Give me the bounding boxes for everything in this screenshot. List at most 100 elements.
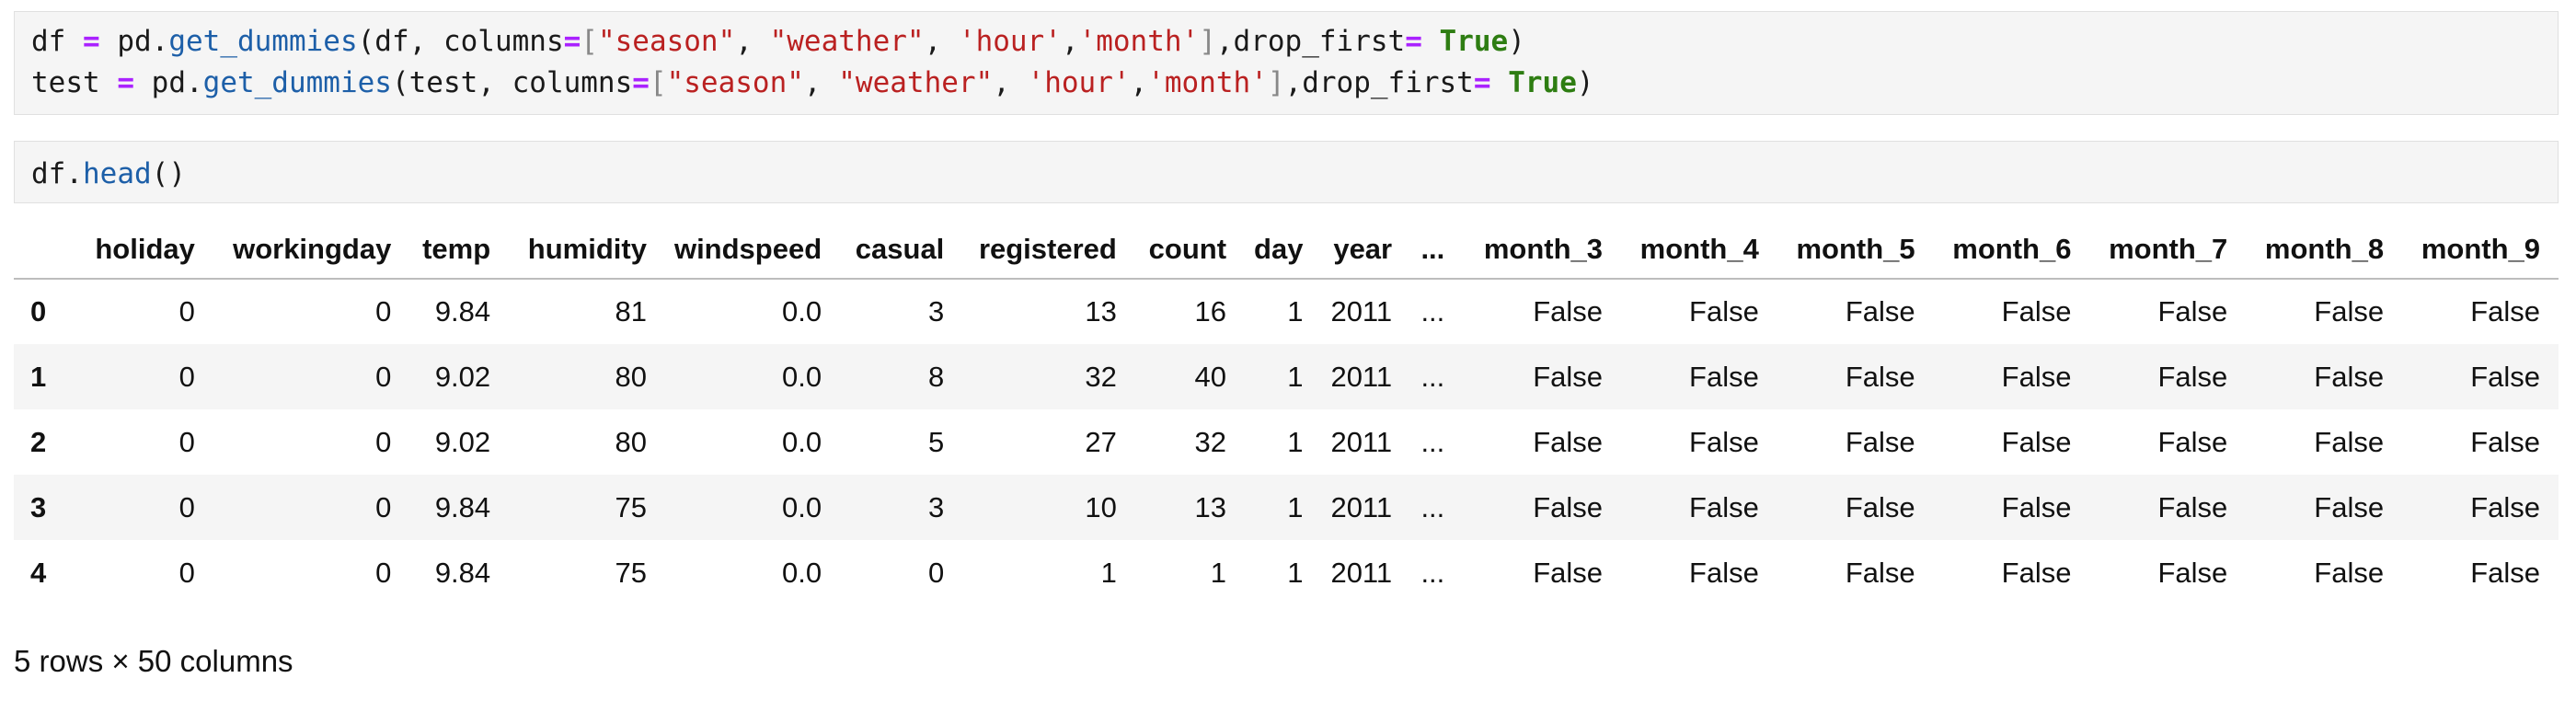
- table-cell: 40: [1194, 360, 1227, 393]
- table-cell: 3: [928, 490, 945, 523]
- table-cell: False: [2314, 425, 2385, 458]
- table-cell: False: [1689, 295, 1759, 328]
- table-row: 3 0 0 9.84 75 0.0 3 10 13 1 2011 ... Fal…: [14, 475, 2559, 540]
- code-token: ,: [1130, 66, 1148, 99]
- row-index: 2: [30, 425, 47, 458]
- table-cell: 2011: [1330, 425, 1393, 458]
- column-header: month_5: [1796, 233, 1915, 265]
- code-token: =: [83, 25, 100, 58]
- code-cell-get-dummies[interactable]: df = pd.get_dummies(df, columns=["season…: [14, 11, 2559, 115]
- row-index: 3: [30, 490, 47, 523]
- code-token: df.: [31, 157, 83, 190]
- column-header: casual: [855, 233, 945, 265]
- table-cell: 1: [1100, 556, 1117, 589]
- code-token: "weather": [838, 66, 994, 99]
- table-cell: 9.02: [434, 425, 491, 458]
- table-cell: 0: [178, 425, 195, 458]
- code-token: df: [31, 25, 83, 58]
- column-header: year: [1333, 233, 1393, 265]
- table-cell: 81: [615, 295, 647, 328]
- table-cell: False: [2157, 425, 2228, 458]
- column-header: month_8: [2264, 233, 2385, 265]
- column-header-index: [14, 221, 66, 279]
- column-header: windspeed: [673, 233, 822, 265]
- table-header-row: holiday workingday temp humidity windspe…: [14, 221, 2559, 279]
- table-cell: 0: [178, 490, 195, 523]
- code-token: [: [649, 66, 667, 99]
- code-token: 'hour': [958, 25, 1062, 58]
- table-cell: 0: [178, 556, 195, 589]
- table-cell: False: [2314, 490, 2385, 523]
- table-cell: 2011: [1330, 490, 1393, 523]
- code-token: ,: [924, 25, 959, 58]
- table-cell: 0: [178, 360, 195, 393]
- table-cell-ellipsis: ...: [1420, 295, 1445, 328]
- table-cell: 0.0: [782, 425, 822, 458]
- code-token: head: [83, 157, 152, 190]
- column-header-ellipsis: ...: [1420, 233, 1445, 265]
- table-cell: 0: [375, 295, 392, 328]
- table-cell: 80: [615, 425, 647, 458]
- table-cell: 8: [928, 360, 945, 393]
- table-cell: 27: [1085, 425, 1117, 458]
- table-cell: False: [1845, 295, 1915, 328]
- table-cell: 1: [1287, 295, 1304, 328]
- table-row: 1 0 0 9.02 80 0.0 8 32 40 1 2011 ... Fal…: [14, 344, 2559, 409]
- table-cell: 9.02: [434, 360, 491, 393]
- table-cell: False: [2001, 295, 2072, 328]
- column-header: holiday: [95, 233, 195, 265]
- table-cell: 1: [1287, 360, 1304, 393]
- table-cell: 32: [1085, 360, 1117, 393]
- table-cell: False: [1845, 425, 1915, 458]
- table-cell: False: [2470, 295, 2540, 328]
- code-cell-head[interactable]: df.head(): [14, 141, 2559, 203]
- table-row: 4 0 0 9.84 75 0.0 0 1 1 1 2011 ... False…: [14, 540, 2559, 605]
- table-row: 2 0 0 9.02 80 0.0 5 27 32 1 2011 ... Fal…: [14, 409, 2559, 475]
- table-cell: 13: [1085, 295, 1117, 328]
- dataframe-table: holiday workingday temp humidity windspe…: [14, 221, 2559, 605]
- column-header: registered: [978, 233, 1117, 265]
- table-cell: 0: [375, 425, 392, 458]
- code-token: (df, columns: [357, 25, 564, 58]
- table-cell: False: [1689, 556, 1759, 589]
- table-cell: False: [2157, 360, 2228, 393]
- column-header: month_3: [1483, 233, 1604, 265]
- table-cell: False: [2157, 295, 2228, 328]
- table-cell: 2011: [1330, 360, 1393, 393]
- code-token: True: [1439, 25, 1509, 58]
- code-token: =: [1473, 66, 1491, 99]
- table-cell: 75: [615, 556, 647, 589]
- table-cell: 1: [1210, 556, 1227, 589]
- table-cell: 2011: [1330, 295, 1393, 328]
- code-token: ,: [803, 66, 839, 99]
- dataframe-shape-summary: 5 rows × 50 columns: [14, 644, 293, 678]
- table-cell: False: [1533, 360, 1604, 393]
- table-cell: 10: [1085, 490, 1117, 523]
- table-cell: 80: [615, 360, 647, 393]
- table-cell-ellipsis: ...: [1420, 556, 1445, 589]
- code-token: "season": [597, 25, 736, 58]
- code-token: "season": [666, 66, 804, 99]
- table-cell: False: [2001, 425, 2072, 458]
- code-token: ): [1576, 66, 1594, 99]
- table-cell: 9.84: [434, 490, 491, 523]
- code-token: get_dummies: [202, 66, 392, 99]
- code-token: 'month': [1078, 25, 1200, 58]
- dataframe-output: holiday workingday temp humidity windspe…: [14, 221, 2559, 605]
- table-cell: 75: [615, 490, 647, 523]
- table-cell: False: [1533, 556, 1604, 589]
- table-cell: False: [1689, 490, 1759, 523]
- code-token: True: [1508, 66, 1577, 99]
- column-header: month_9: [2421, 233, 2540, 265]
- table-cell: 1: [1287, 556, 1304, 589]
- code-token: =: [117, 66, 134, 99]
- code-token: ): [1508, 25, 1525, 58]
- table-cell: False: [2157, 490, 2228, 523]
- table-cell: False: [2001, 556, 2072, 589]
- code-token: ]: [1199, 25, 1216, 58]
- table-cell: 9.84: [434, 556, 491, 589]
- column-header: humidity: [527, 233, 647, 265]
- code-token: =: [563, 25, 581, 58]
- table-row: 0 0 0 9.84 81 0.0 3 13 16 1 2011 ... Fal…: [14, 279, 2559, 344]
